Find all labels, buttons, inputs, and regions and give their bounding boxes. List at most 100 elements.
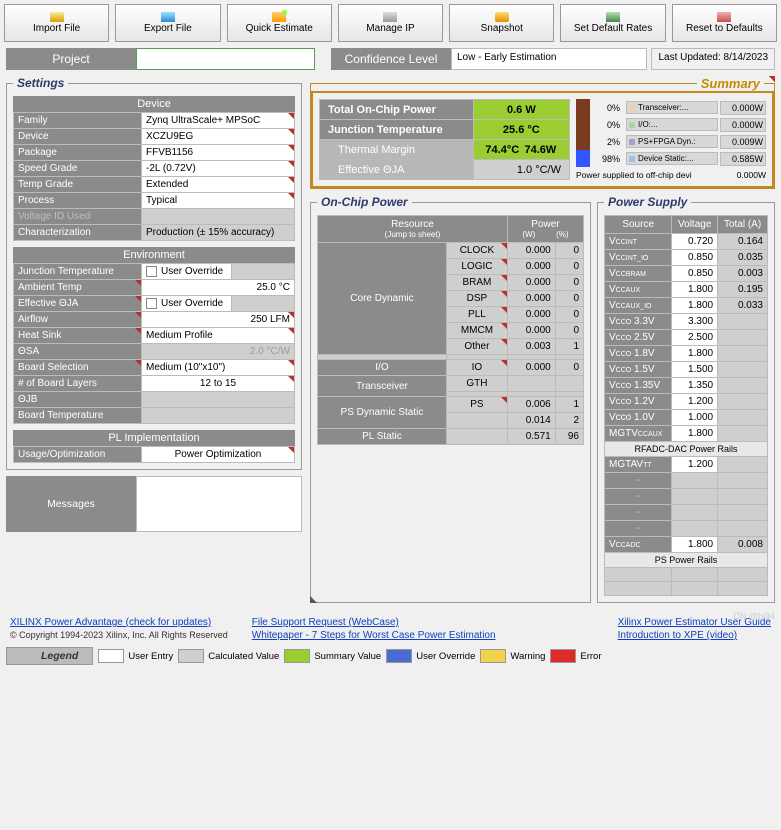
ocp-jump-logic[interactable]: LOGIC	[446, 259, 507, 275]
tocp-value: 0.6 W	[473, 100, 569, 120]
usage-opt-value[interactable]: Power Optimization	[142, 447, 295, 463]
board-layers-value[interactable]: 12 to 15	[142, 376, 295, 392]
usage-opt-label: Usage/Optimization	[14, 447, 142, 463]
ps-source: VCCAUX_IO	[605, 298, 672, 314]
ps-voltage[interactable]: 1.800	[672, 282, 718, 298]
jt-override-checkbox[interactable]	[146, 266, 157, 277]
rfadc-dac-header[interactable]: RFADC-DAC Power Rails	[605, 442, 768, 457]
ps-voltage[interactable]: 0.850	[672, 250, 718, 266]
legend-swatch	[178, 649, 204, 663]
eja-label: Effective ΘJA	[14, 296, 142, 312]
ps-total	[718, 314, 768, 330]
reset-defaults-button[interactable]: Reset to Defaults	[672, 4, 777, 42]
heatsink-label: Heat Sink	[14, 328, 142, 344]
ps-power-rails-header[interactable]: PS Power Rails	[605, 553, 768, 568]
ps-voltage[interactable]: 1.800	[672, 298, 718, 314]
messages-box[interactable]	[136, 476, 302, 532]
confidence-value[interactable]: Low - Early Estimation	[451, 48, 647, 70]
last-updated: Last Updated: 8/14/2023	[651, 48, 775, 70]
power-advantage-link[interactable]: XILINX Power Advantage (check for update…	[10, 617, 228, 628]
file-support-link[interactable]: File Support Request (WebCase)	[252, 617, 496, 628]
ocp-jump-clock[interactable]: CLOCK	[446, 243, 507, 259]
ps-h-src: Source	[605, 216, 672, 234]
ps-voltage[interactable]: 1.500	[672, 362, 718, 378]
settings-fieldset: Settings Device FamilyZynq UltraScale+ M…	[6, 76, 302, 470]
thermal-margin-label: Thermal Margin	[320, 140, 474, 160]
quick-estimate-button[interactable]: Quick Estimate	[227, 4, 332, 42]
ps-voltage[interactable]: 2.500	[672, 330, 718, 346]
snapshot-button[interactable]: Snapshot	[449, 4, 554, 42]
ps-voltage[interactable]: 1.800	[672, 426, 718, 442]
package-value[interactable]: FFVB1156	[142, 145, 295, 161]
rates-icon	[606, 12, 620, 22]
device-value[interactable]: XCZU9EG	[142, 129, 295, 145]
ocp-jump-dsp[interactable]: DSP	[446, 291, 507, 307]
ps-total	[718, 378, 768, 394]
set-default-rates-button[interactable]: Set Default Rates	[560, 4, 665, 42]
export-icon	[161, 12, 175, 22]
process-label: Process	[14, 193, 142, 209]
speed-grade-value[interactable]: -2L (0.72V)	[142, 161, 295, 177]
camera-icon	[495, 12, 509, 22]
ambient-value[interactable]: 25.0 °C	[142, 280, 295, 296]
ps-voltage[interactable]: 0.850	[672, 266, 718, 282]
ps-total: 0.195	[718, 282, 768, 298]
jt-override-cell[interactable]: User Override	[142, 264, 232, 280]
ps-source: VCCO 1.35V	[605, 378, 672, 394]
eja-override-checkbox[interactable]	[146, 298, 157, 309]
temp-grade-value[interactable]: Extended	[142, 177, 295, 193]
device-label: Device	[14, 129, 142, 145]
ps-total	[718, 330, 768, 346]
pl-impl-header: PL Implementation	[13, 430, 295, 446]
ocp-gth-link[interactable]: GTH	[446, 376, 507, 392]
copyright: © Copyright 1994-2023 Xilinx, Inc. All R…	[10, 630, 228, 640]
airflow-value[interactable]: 250 LFM	[142, 312, 295, 328]
watermark: DN @hi94	[733, 611, 775, 621]
ocp-ps-link[interactable]: PS	[446, 397, 507, 413]
ocp-cat-pl: PL Static	[318, 429, 447, 445]
summary-legend-item: 0%I/O:...0.000W	[576, 116, 766, 133]
ps-voltage[interactable]: 1.350	[672, 378, 718, 394]
heatsink-value[interactable]: Medium Profile	[142, 328, 295, 344]
manage-ip-button[interactable]: Manage IP	[338, 4, 443, 42]
ocp-jump-bram[interactable]: BRAM	[446, 275, 507, 291]
ps-source: VCCAUX	[605, 282, 672, 298]
ps-voltage[interactable]: 1.000	[672, 410, 718, 426]
ps-voltage[interactable]: 0.720	[672, 234, 718, 250]
board-temp-value	[142, 408, 295, 424]
ocp-jump-pll[interactable]: PLL	[446, 307, 507, 323]
family-value[interactable]: Zynq UltraScale+ MPSoC	[142, 113, 295, 129]
legend-swatch	[98, 649, 124, 663]
ps-source: VCCO 3.3V	[605, 314, 672, 330]
characterization-label: Characterization	[14, 225, 142, 241]
ps-total	[718, 410, 768, 426]
ps-total	[718, 346, 768, 362]
import-file-button[interactable]: Import File	[4, 4, 109, 42]
family-label: Family	[14, 113, 142, 129]
export-file-button[interactable]: Export File	[115, 4, 220, 42]
ps-voltage[interactable]: 3.300	[672, 314, 718, 330]
sum-jt-value: 25.6 °C	[473, 120, 569, 140]
ocp-cat-io: I/O	[318, 360, 447, 376]
ocp-cat-ps: PS Dynamic Static	[318, 397, 447, 429]
board-sel-value[interactable]: Medium (10"x10")	[142, 360, 295, 376]
process-value[interactable]: Typical	[142, 193, 295, 209]
ps-voltage[interactable]: 1.200	[672, 394, 718, 410]
ps-voltage[interactable]: 1.800	[672, 346, 718, 362]
confidence-label: Confidence Level	[331, 48, 451, 70]
ocp-jump-other[interactable]: Other	[446, 339, 507, 355]
package-label: Package	[14, 145, 142, 161]
ocp-jump-mmcm[interactable]: MMCM	[446, 323, 507, 339]
project-input[interactable]	[136, 48, 315, 70]
ocp-io-link[interactable]: IO	[446, 360, 507, 376]
eja-override-cell[interactable]: User Override	[142, 296, 232, 312]
ps-source: VCCBRAM	[605, 266, 672, 282]
whitepaper-link[interactable]: Whitepaper - 7 Steps for Worst Case Powe…	[252, 630, 496, 641]
intro-video-link[interactable]: Introduction to XPE (video)	[618, 630, 771, 641]
ps-total: 0.003	[718, 266, 768, 282]
ps-source: VCCINT_IO	[605, 250, 672, 266]
ps-total: 0.035	[718, 250, 768, 266]
ojb-value	[142, 392, 295, 408]
folder-open-icon	[50, 12, 64, 22]
legend-title: Legend	[6, 647, 93, 665]
